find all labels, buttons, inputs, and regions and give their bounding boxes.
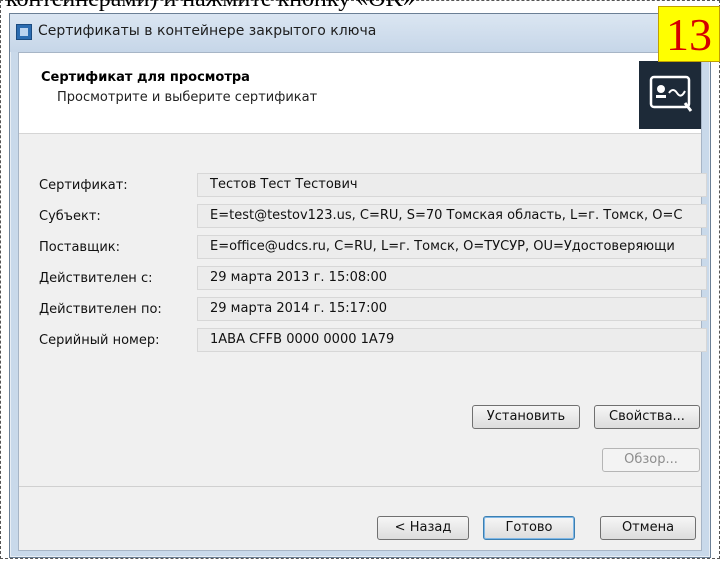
properties-button[interactable]: Свойства... bbox=[594, 405, 700, 429]
install-button[interactable]: Установить bbox=[472, 405, 580, 429]
back-button[interactable]: < Назад bbox=[377, 516, 469, 540]
footer-divider bbox=[19, 486, 701, 487]
field-label-valid-from: Действителен с: bbox=[39, 271, 153, 286]
field-value-issuer[interactable]: E=office@udcs.ru, C=RU, L=г. Томск, O=ТУ… bbox=[197, 235, 707, 259]
dialog-client-area: Сертификат для просмотра Просмотрите и в… bbox=[18, 52, 707, 551]
dialog-window: Сертификаты в контейнере закрытого ключа… bbox=[9, 13, 711, 558]
field-label-serial-number: Серийный номер: bbox=[39, 333, 160, 348]
window-title: Сертификаты в контейнере закрытого ключа bbox=[38, 23, 377, 39]
title-bar[interactable]: Сертификаты в контейнере закрытого ключа bbox=[10, 14, 710, 52]
header-subtitle: Просмотрите и выберите сертификат bbox=[57, 90, 318, 105]
field-label-issuer: Поставщик: bbox=[39, 240, 121, 255]
document-instruction-text: контейнерами) и нажмите кнопку «OK» bbox=[6, 0, 415, 13]
step-number-badge: 13 bbox=[658, 6, 720, 62]
field-value-serial-number[interactable]: 1ABA CFFB 0000 0000 1A79 bbox=[197, 328, 707, 352]
finish-button[interactable]: Готово bbox=[483, 516, 575, 540]
field-label-valid-to: Действителен по: bbox=[39, 302, 162, 317]
certificate-icon bbox=[639, 61, 701, 129]
field-value-valid-from[interactable]: 29 марта 2013 г. 15:08:00 bbox=[197, 266, 707, 290]
field-value-certificate[interactable]: Тестов Тест Тестович bbox=[197, 173, 707, 197]
field-label-certificate: Сертификат: bbox=[39, 178, 128, 193]
window-app-icon bbox=[16, 24, 32, 40]
browse-button[interactable]: Обзор... bbox=[602, 448, 700, 472]
field-value-subject[interactable]: E=test@testov123.us, C=RU, S=70 Томская … bbox=[197, 204, 707, 228]
cancel-button[interactable]: Отмена bbox=[600, 516, 696, 540]
field-value-valid-to[interactable]: 29 марта 2014 г. 15:17:00 bbox=[197, 297, 707, 321]
header-title: Сертификат для просмотра bbox=[41, 70, 250, 85]
wizard-header: Сертификат для просмотра Просмотрите и в… bbox=[19, 53, 701, 134]
field-label-subject: Субъект: bbox=[39, 209, 101, 224]
